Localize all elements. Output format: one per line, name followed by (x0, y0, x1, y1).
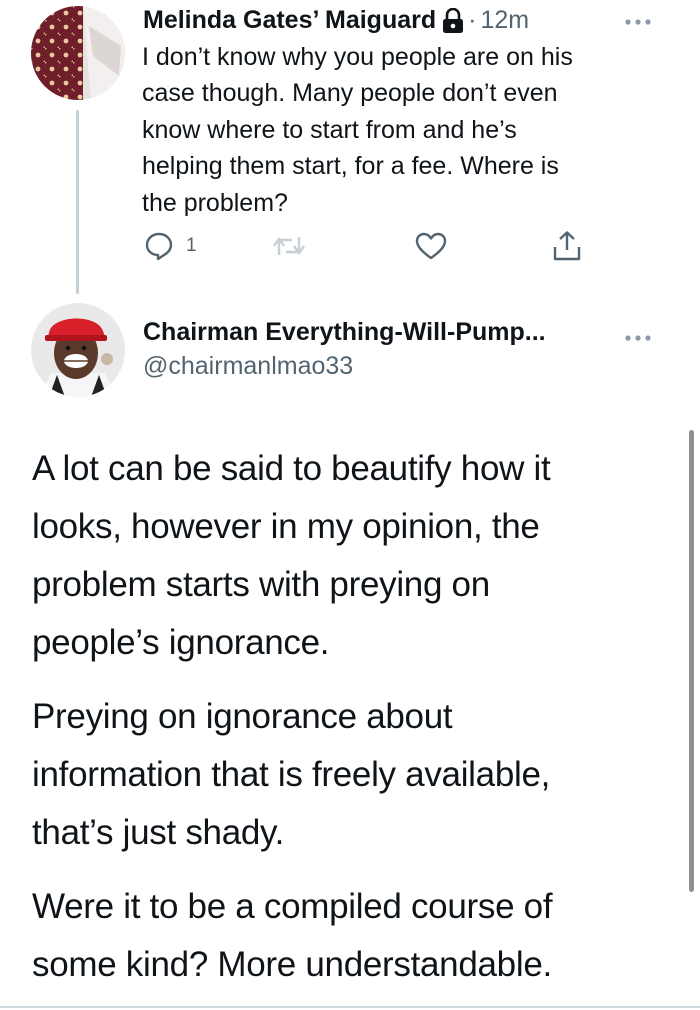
thread-connector-line (76, 110, 79, 294)
main-tweet-text: A lot can be said to beautify how it loo… (32, 440, 672, 1010)
reply-author-avatar[interactable] (31, 6, 125, 100)
heart-icon (415, 231, 447, 261)
reply-timestamp[interactable]: 12m (480, 6, 529, 35)
reply-text-line: the problem? (142, 188, 288, 217)
comment-icon (144, 231, 174, 261)
reply-tweet-text: I don’t know why you people are on his c… (142, 39, 682, 221)
tweet-text-line: people’s ignorance. (32, 623, 330, 662)
header-separator: · (468, 5, 477, 34)
reply-text-line: helping them start, for a fee. Where is (142, 152, 559, 181)
reply-text-line: know where to start from and he’s (142, 115, 517, 144)
tweet-text-line: Preying on ignorance about (32, 697, 453, 736)
bottom-divider (0, 1006, 700, 1008)
lock-icon (442, 7, 464, 34)
tweet-text-line: A lot can be said to beautify how it (32, 449, 551, 488)
reply-tweet-header: Melinda Gates’ Maiguard · 12m (143, 3, 529, 37)
tweet-paragraph: Were it to be a compiled course of some … (32, 878, 672, 994)
tweet-text-line: some kind? More understandable. (32, 945, 552, 984)
retweet-icon (272, 231, 306, 261)
main-author-avatar[interactable] (31, 303, 125, 397)
reply-text-line: case though. Many people don’t even (142, 79, 558, 108)
main-author-handle[interactable]: @chairmanlmao33 (143, 352, 353, 381)
like-action-button[interactable] (415, 230, 447, 262)
share-action-button[interactable] (551, 230, 583, 262)
tweet-paragraph: Preying on ignorance about information t… (32, 688, 672, 862)
tweet-text-line: Were it to be a compiled course of (32, 887, 553, 926)
retweet-action-button[interactable] (272, 230, 306, 262)
main-author-name[interactable]: Chairman Everything-Will-Pump... (143, 318, 546, 347)
more-options-icon[interactable] (623, 330, 653, 341)
tweet-text-line: problem starts with preying on (32, 565, 490, 604)
more-options-icon[interactable] (623, 14, 653, 25)
tweet-text-line: that’s just shady. (32, 813, 285, 852)
tweet-paragraph: A lot can be said to beautify how it loo… (32, 440, 672, 672)
reply-action-button[interactable]: 1 (144, 230, 197, 262)
reply-text-line: I don’t know why you people are on his (142, 43, 573, 71)
tweet-text-line: looks, however in my opinion, the (32, 507, 540, 546)
reply-count: 1 (186, 235, 197, 256)
tweet-text-line: information that is freely available, (32, 755, 551, 794)
reply-author-name[interactable]: Melinda Gates’ Maiguard (143, 6, 436, 35)
share-icon (551, 230, 583, 262)
scrollbar-thumb[interactable] (689, 430, 694, 892)
